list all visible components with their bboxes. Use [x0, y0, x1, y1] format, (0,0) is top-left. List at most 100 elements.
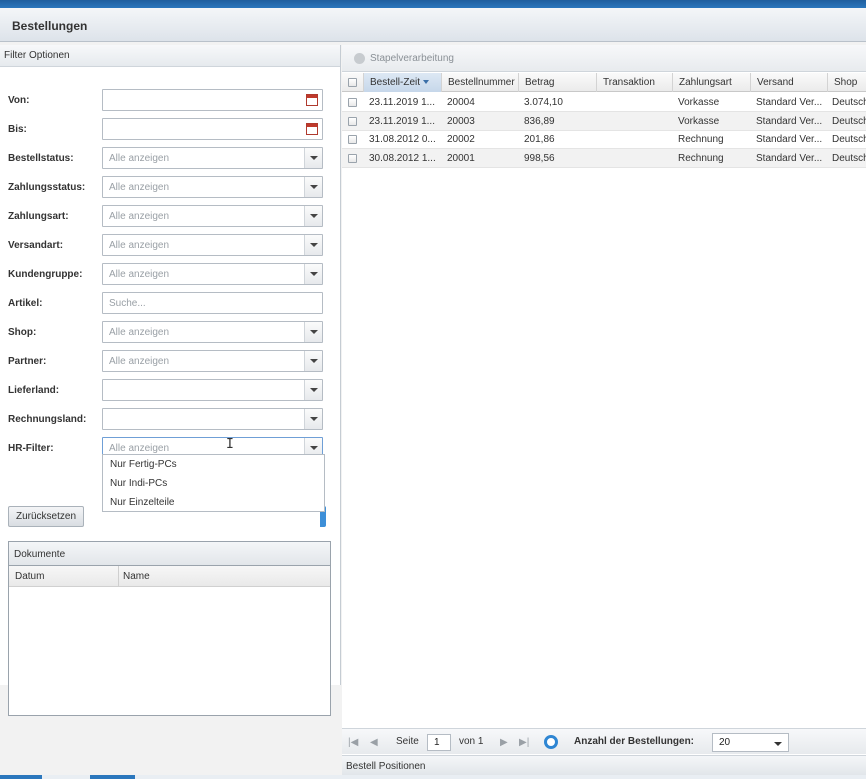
batch-processing-button[interactable]: Stapelverarbeitung [370, 53, 454, 64]
order-row[interactable]: 23.11.2019 1... 20003 836,89 Vorkasse Standa… [342, 111, 866, 131]
filter-label-artikel: Artikel: [8, 298, 43, 309]
order-row[interactable]: 31.08.2012 0... 20002 201,86 Rechnung Standa… [342, 130, 866, 149]
chevron-down-icon [774, 742, 782, 746]
filter-row-versandart: Versandart: Alle anzeigen [0, 234, 341, 256]
filter-row-artikel: Artikel: Suche... [0, 292, 341, 314]
order-cell-zahlungsart: Vorkasse [678, 115, 720, 127]
von-date-field[interactable] [102, 89, 323, 111]
order-cell-nummer: 20004 [447, 97, 475, 108]
chevron-down-icon[interactable] [304, 177, 322, 197]
hr-option-indi-pcs[interactable]: Nur Indi-PCs [103, 474, 324, 493]
filter-row-shop: Shop: Alle anzeigen [0, 321, 341, 343]
calendar-icon[interactable] [306, 123, 318, 135]
filter-row-kundengruppe: Kundengruppe: Alle anzeigen [0, 263, 341, 285]
hr-option-einzelteile[interactable]: Nur Einzelteile [103, 493, 324, 512]
last-page-icon[interactable]: ▶| [519, 737, 529, 748]
select-all-checkbox[interactable] [348, 78, 357, 87]
order-cell-zahlungsart: Vorkasse [678, 97, 720, 108]
window-title: Bestellungen [0, 8, 866, 42]
order-cell-betrag: 3.074,10 [524, 97, 563, 108]
chevron-down-icon[interactable] [304, 235, 322, 255]
kundengruppe-select[interactable]: Alle anzeigen [102, 263, 323, 285]
documents-column-datum[interactable]: Datum [15, 571, 44, 582]
next-page-icon[interactable]: ▶ [500, 737, 508, 748]
order-positions-header: Bestell Positionen [342, 755, 866, 775]
page-number-input[interactable]: 1 [427, 734, 451, 751]
order-count-select[interactable]: 20 [712, 733, 789, 752]
row-checkbox[interactable] [348, 153, 357, 163]
chevron-down-icon[interactable] [304, 264, 322, 284]
reset-button[interactable]: Zurücksetzen [8, 506, 84, 527]
order-row[interactable]: 23.11.2019 1... 20004 3.074,10 Vorkasse Stan… [342, 93, 866, 112]
row-checkbox[interactable] [348, 135, 357, 144]
chevron-down-icon[interactable] [304, 351, 322, 371]
order-cell-shop: Deutsch [832, 152, 866, 164]
column-shop[interactable]: Shop [827, 73, 866, 92]
order-cell-nummer: 20002 [447, 134, 475, 145]
lieferland-select[interactable] [102, 379, 323, 401]
order-row[interactable]: 30.08.2012 1... 20001 998,56 Rechnung Standa… [342, 148, 866, 168]
orders-toolbar: Stapelverarbeitung [342, 45, 866, 72]
taskbar [0, 775, 866, 779]
order-cell-zeit: 30.08.2012 1... [369, 152, 436, 164]
partner-select[interactable]: Alle anzeigen [102, 350, 323, 372]
hr-option-fertig-pcs[interactable]: Nur Fertig-PCs [103, 455, 324, 474]
calendar-icon[interactable] [306, 94, 318, 106]
filter-label-zahlungsart: Zahlungsart: [8, 211, 69, 222]
taskbar-item[interactable] [90, 775, 135, 779]
order-cell-versand: Standard Ver... [756, 115, 823, 127]
prev-page-icon[interactable]: ◀ [370, 737, 378, 748]
row-checkbox[interactable] [348, 98, 357, 107]
page-label: Seite [396, 736, 419, 747]
chevron-down-icon[interactable] [304, 409, 322, 429]
artikel-input[interactable]: Suche... [102, 292, 323, 314]
hr-filter-dropdown: Nur Fertig-PCs Nur Indi-PCs Nur Einzelte… [102, 454, 325, 512]
filter-label-versandart: Versandart: [8, 240, 64, 251]
first-page-icon[interactable]: |◀ [348, 737, 358, 748]
order-cell-versand: Standard Ver... [756, 152, 823, 164]
row-checkbox[interactable] [348, 116, 357, 126]
documents-column-header: Datum Name [9, 566, 330, 587]
page-count-label: von 1 [459, 736, 484, 747]
taskbar-item[interactable] [0, 775, 42, 779]
column-transaktion[interactable]: Transaktion [596, 73, 672, 92]
order-cell-nummer: 20001 [447, 152, 475, 164]
column-zahlungsart[interactable]: Zahlungsart [672, 73, 750, 92]
bis-date-field[interactable] [102, 118, 323, 140]
orders-grid-header: Bestell-Zeit Bestellnummer Betrag Transa… [342, 73, 866, 92]
filter-row-rechnungsland: Rechnungsland: [0, 408, 341, 430]
column-bestellnummer[interactable]: Bestellnummer [441, 73, 518, 92]
shop-select[interactable]: Alle anzeigen [102, 321, 323, 343]
chevron-down-icon[interactable] [304, 322, 322, 342]
order-cell-shop: Deutsch [832, 115, 866, 127]
rechnungsland-select[interactable] [102, 408, 323, 430]
chevron-down-icon[interactable] [304, 148, 322, 168]
filter-label-bis: Bis: [8, 124, 27, 135]
filter-label-lieferland: Lieferland: [8, 385, 60, 396]
documents-column-name[interactable]: Name [123, 571, 150, 582]
filter-label-shop: Shop: [8, 327, 37, 338]
refresh-icon[interactable] [544, 735, 558, 749]
filter-row-bis: Bis: [0, 118, 341, 140]
sort-desc-icon [423, 80, 430, 85]
column-betrag[interactable]: Betrag [518, 73, 596, 92]
order-cell-shop: Deutsch [832, 134, 866, 145]
column-versand[interactable]: Versand [750, 73, 827, 92]
batch-processing-icon [354, 53, 365, 64]
chevron-down-icon[interactable] [304, 206, 322, 226]
chevron-down-icon[interactable] [304, 380, 322, 400]
column-bestell-zeit[interactable]: Bestell-Zeit [363, 73, 441, 92]
order-cell-zeit: 23.11.2019 1... [369, 97, 435, 108]
filter-label-rechnungsland: Rechnungsland: [8, 414, 87, 425]
filter-row-zahlungsstatus: Zahlungsstatus: Alle anzeigen [0, 176, 341, 198]
zahlungsstatus-select[interactable]: Alle anzeigen [102, 176, 323, 198]
filter-panel: Filter Optionen Von: Bis: Bestellstatus: Al… [0, 45, 341, 716]
versandart-select[interactable]: Alle anzeigen [102, 234, 323, 256]
order-cell-shop: Deutsch [832, 97, 866, 108]
order-cell-zahlungsart: Rechnung [678, 152, 724, 164]
bestellstatus-select[interactable]: Alle anzeigen [102, 147, 323, 169]
zahlungsart-select[interactable]: Alle anzeigen [102, 205, 323, 227]
filter-label-partner: Partner: [8, 356, 47, 367]
order-cell-versand: Standard Ver... [756, 97, 823, 108]
filter-row-bestellstatus: Bestellstatus: Alle anzeigen [0, 147, 341, 169]
